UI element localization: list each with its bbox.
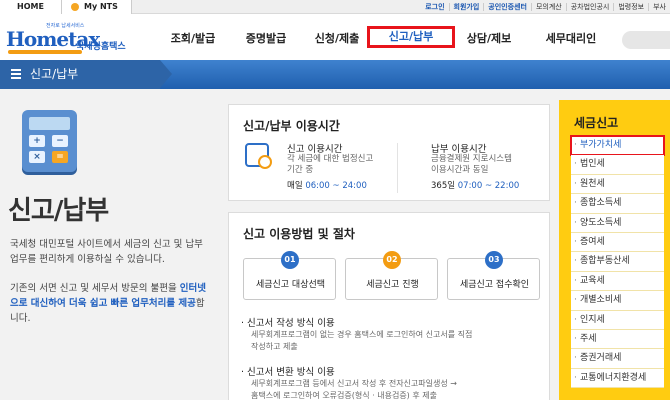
menu-item-vat[interactable]: 부가가치세 (570, 134, 665, 157)
section-title: 신고/납부 (30, 67, 79, 81)
gnb-tax-agent[interactable]: 세무대리인 (538, 28, 604, 50)
intro-para2-pre: 기존의 서면 신고 및 세무서 방문의 불편을 (10, 283, 177, 294)
law-info-link[interactable]: 법령정보 (613, 3, 648, 11)
step-1-label: 세금신고 대상선택 (255, 280, 326, 290)
main-header: 전자로 납세서비스 Hometax 국세청홈택스 조회/발급 증명발급 신청/제… (0, 14, 670, 66)
menu-item-consumption-tax[interactable]: 개별소비세 (571, 291, 664, 311)
tax-filing-menu: 세금신고 부가가치세 법인세 원천세 종합소득세 양도소득세 증여세 종합부동산… (559, 100, 670, 400)
menu-item-corporate-tax[interactable]: 법인세 (571, 155, 664, 175)
login-link[interactable]: 로그인 (421, 3, 448, 11)
tax-filing-menu-title: 세금신고 (574, 116, 619, 130)
step-3-label: 세금신고 접수확인 (459, 280, 530, 290)
home-tab[interactable]: HOME (0, 0, 62, 14)
page-title: 신고/납부 (8, 196, 109, 226)
logo-org-name: 국세청홈택스 (76, 42, 126, 52)
filing-hours-desc-2: 기간 중 (287, 165, 314, 175)
menu-item-education-tax[interactable]: 교육세 (571, 271, 664, 292)
menu-item-withholding-tax[interactable]: 원천세 (571, 174, 664, 195)
logo-swoosh-icon (8, 50, 82, 54)
menu-item-income-tax[interactable]: 종합소득세 (571, 194, 664, 214)
menu-item-capital-gains-tax[interactable]: 양도소득세 (571, 213, 664, 233)
calculator-icon: + − × = (22, 110, 77, 172)
step-3-card[interactable]: 03 세금신고 접수확인 (447, 251, 540, 300)
top-utility-bar: HOME My NTS 로그인 회원가입 공인인증센터 모의계산 공차법인공시 … (0, 0, 670, 14)
menu-item-energy-tax[interactable]: 교통에너지환경세 (571, 368, 664, 389)
my-nts-tab[interactable]: My NTS (62, 0, 132, 14)
payment-hours-value: 365일 07:00 ~ 22:00 (431, 179, 519, 191)
hours-panel: 신고/납부 이용시간 신고 이용시간 각 세금에 대한 법정신고 기간 중 매일… (228, 104, 550, 201)
method-1-title: · 신고서 작성 방식 이용 (241, 318, 335, 329)
section-dropdown[interactable] (0, 60, 160, 89)
menu-item-stamp-tax[interactable]: 인지세 (571, 310, 664, 330)
step-3-number: 03 (485, 251, 503, 269)
signup-link[interactable]: 회원가입 (448, 3, 484, 11)
step-1-number: 01 (281, 251, 299, 269)
payment-hours-desc-1: 금융결제원 지로시스템 (431, 154, 512, 164)
method-2-title: · 신고서 변환 방식 이용 (241, 367, 335, 378)
mock-calc-link[interactable]: 모의계산 (530, 3, 566, 11)
payment-hours-day: 365일 (431, 181, 456, 191)
section-bar: 신고/납부 (0, 60, 670, 89)
payment-hours-time: 07:00 ~ 22:00 (457, 181, 520, 191)
method-2-desc-1: 세무회계프로그램 등에서 신고서 작성 후 전자신고파일생성 → (251, 379, 457, 388)
hours-panel-title: 신고/납부 이용시간 (243, 119, 340, 133)
search-input[interactable] (622, 31, 670, 49)
menu-icon[interactable] (11, 69, 21, 79)
menu-item-property-tax[interactable]: 종합부동산세 (571, 252, 664, 272)
payment-hours-label: 납부 이용시간 (431, 144, 487, 155)
method-2-desc-2: 홈택스에 로그인하여 오류검증(형식 · 내용검증) 후 제출 (251, 391, 437, 400)
filing-hours-day: 매일 (287, 181, 303, 191)
my-nts-icon (71, 3, 79, 11)
gnb-certificate[interactable]: 증명발급 (237, 28, 295, 50)
gnb-consult[interactable]: 상담/제보 (460, 28, 518, 50)
method-panel: 신고 이용방법 및 절차 01 세금신고 대상선택 02 세금신고 진행 03 … (228, 212, 550, 400)
tax-filing-menu-list: 부가가치세 법인세 원천세 종합소득세 양도소득세 증여세 종합부동산세 교육세… (570, 134, 665, 389)
filing-hours-desc-1: 각 세금에 대한 법정신고 (287, 154, 374, 164)
menu-item-securities-tax[interactable]: 증권거래세 (571, 349, 664, 369)
my-nts-label: My NTS (84, 2, 118, 11)
step-2-number: 02 (383, 251, 401, 269)
menu-item-liquor-tax[interactable]: 주세 (571, 329, 664, 350)
gnb-application[interactable]: 신청/제출 (306, 28, 368, 50)
filing-hours-time: 06:00 ~ 24:00 (305, 181, 367, 191)
calendar-clock-icon (245, 143, 272, 169)
step-1-card[interactable]: 01 세금신고 대상선택 (243, 251, 336, 300)
filing-hours-label: 신고 이용시간 (287, 144, 343, 155)
hometax-logo[interactable]: 전자로 납세서비스 Hometax 국세청홈택스 (6, 22, 141, 60)
section-arrow-shape (160, 60, 172, 88)
gnb-filing-payment[interactable]: 신고/납부 (367, 26, 455, 48)
hours-divider (397, 143, 398, 193)
intro-paragraph-1: 국세청 대민포털 사이트에서 세금의 신고 및 납부 업무를 편리하게 이용하실… (10, 239, 203, 265)
method-1-desc-2: 작성하고 제출 (251, 342, 298, 351)
cert-center-link[interactable]: 공인인증센터 (483, 3, 531, 11)
intro-paragraph-2: 기존의 서면 신고 및 세무서 방문의 불편을 인터넷으로 대신하여 더욱 쉽고… (10, 281, 210, 326)
gnb-inquiry[interactable]: 조회/발급 (163, 28, 223, 50)
top-links: 로그인 회원가입 공인인증센터 모의계산 공차법인공시 법령정보 부사 (421, 0, 670, 14)
corp-disclosure-link[interactable]: 공차법인공시 (565, 3, 614, 11)
method-1-desc-1: 세무회계프로그램이 없는 경우 홈택스에 로그인하여 신고서를 직접 (251, 330, 473, 339)
extra-link[interactable]: 부사 (648, 3, 670, 11)
step-2-label: 세금신고 진행 (366, 280, 419, 290)
filing-hours-value: 매일 06:00 ~ 24:00 (287, 179, 367, 191)
payment-hours-desc-2: 이용시간과 동일 (431, 165, 489, 175)
menu-item-gift-tax[interactable]: 증여세 (571, 232, 664, 253)
method-panel-title: 신고 이용방법 및 절차 (243, 227, 355, 241)
step-2-card[interactable]: 02 세금신고 진행 (345, 251, 438, 300)
